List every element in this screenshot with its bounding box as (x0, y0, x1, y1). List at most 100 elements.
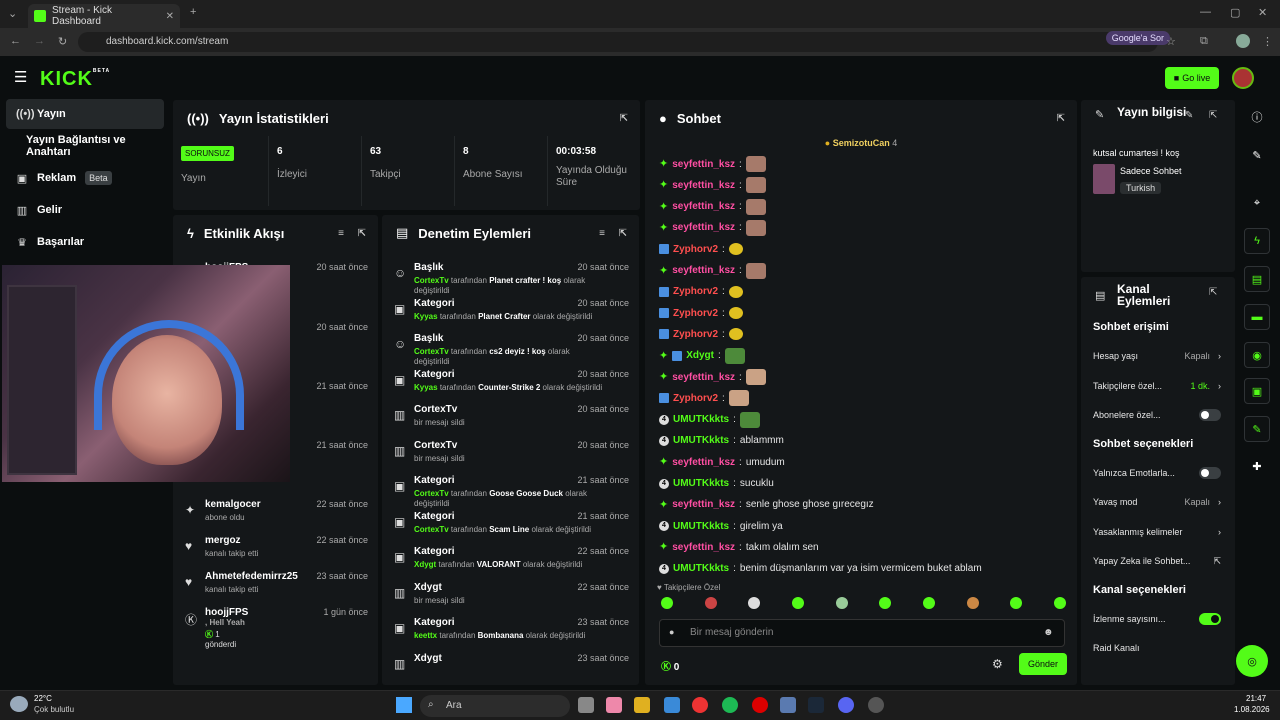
wrench-icon[interactable]: ✎ (1244, 416, 1270, 442)
app-icon[interactable] (664, 697, 680, 713)
chat-message[interactable]: Zyphorv2: (659, 303, 743, 323)
bolt-icon[interactable]: ϟ (1244, 228, 1270, 254)
send-button[interactable]: Gönder (1019, 653, 1067, 675)
face-emote-icon[interactable] (745, 369, 766, 385)
filter-icon[interactable]: ≡ (338, 228, 344, 239)
chat-message[interactable]: Zyphorv2: (659, 388, 749, 408)
channel-action-row[interactable]: Yapay Zeka ile Sohbet... ⇱ (1081, 548, 1235, 574)
chrome-icon[interactable] (692, 697, 708, 713)
chat-message[interactable]: ✦ seyfettin_ksz: (659, 367, 766, 387)
taskbar-search[interactable]: Ara (420, 695, 570, 717)
chat-username[interactable]: UMUTKkkts (673, 414, 729, 425)
broadcast-icon[interactable]: ◉ (1244, 342, 1270, 368)
edit-icon[interactable]: ✎ (1185, 110, 1193, 121)
frog-emote-icon[interactable] (739, 411, 760, 428)
filter-icon[interactable]: ≡ (599, 228, 605, 239)
category-name[interactable]: Sadece Sohbet (1120, 166, 1182, 176)
app-icon[interactable] (868, 697, 884, 713)
duck-emote-icon[interactable] (728, 243, 743, 256)
tab-list-icon[interactable]: ⌄ (8, 7, 17, 20)
duck-emote-icon[interactable] (728, 328, 743, 341)
focus-icon[interactable]: ⌖ (1244, 190, 1270, 216)
chat-username[interactable]: seyfettin_ksz (672, 180, 735, 191)
chat-message[interactable]: Zyphorv2: (659, 324, 743, 344)
chat-username[interactable]: Zyphorv2 (673, 244, 718, 255)
chat-message[interactable]: ✦ seyfettin_ksz: senle ghose ghose gıreceg… (659, 495, 874, 515)
back-icon[interactable]: ← (10, 35, 21, 47)
chat-username[interactable]: Zyphorv2 (673, 286, 718, 297)
chat-username[interactable]: seyfettin_ksz (672, 542, 735, 553)
chat-username[interactable]: Zyphorv2 (673, 393, 718, 404)
kick-logo[interactable]: KICKBETA (40, 68, 110, 91)
chat-message[interactable]: ✦ seyfettin_ksz: takım olalım sen (659, 537, 819, 557)
browser-menu-icon[interactable]: ⋮ (1262, 35, 1273, 48)
pencil-icon[interactable]: ✎ (1244, 142, 1270, 168)
cat-emote-icon[interactable] (745, 156, 766, 172)
channel-action-row[interactable]: İzlenme sayısını... (1081, 606, 1235, 632)
pinned-user-bar[interactable]: ● SemizotuCan 4 (645, 138, 1077, 148)
channel-action-row[interactable]: Yavaş mod Kapalı › (1081, 489, 1235, 515)
cat-emote-icon[interactable] (745, 219, 766, 236)
popout-icon[interactable]: ⇱ (1209, 110, 1217, 121)
chat-username[interactable]: UMUTKkkts (673, 435, 729, 446)
clipboard-icon[interactable]: ▤ (1244, 266, 1270, 292)
chat-icon[interactable]: ▬ (1244, 304, 1270, 330)
help-chat-icon[interactable]: ◎ (1236, 645, 1268, 677)
clock-date[interactable]: 1.08.2026 (1234, 705, 1270, 714)
chat-message[interactable]: ✦ seyfettin_ksz: (659, 154, 766, 174)
emote-picker-row[interactable] (661, 597, 1066, 609)
file-explorer-icon[interactable] (634, 697, 650, 713)
channel-action-row[interactable]: Hesap yaşı Kapalı › (1081, 343, 1235, 369)
chat-message[interactable]: 4 UMUTKkkts: ablammm (659, 431, 784, 451)
toggle-switch[interactable] (1199, 466, 1221, 479)
chat-username[interactable]: seyfettin_ksz (672, 265, 735, 276)
chat-message[interactable]: 4 UMUTKkkts: (659, 410, 760, 430)
stream-info-icon[interactable]: ▣ (1244, 378, 1270, 404)
sidebar-item-basarilar[interactable]: ♛ Başarılar (6, 227, 164, 257)
chat-message[interactable]: 4 UMUTKkkts: benim düşmanlarım var ya isim… (659, 559, 982, 579)
channel-action-row[interactable]: Takipçilere özel... 1 dk. › (1081, 373, 1235, 399)
popout-icon[interactable]: ⇱ (619, 228, 627, 239)
url-field[interactable]: dashboard.kick.com/stream (78, 32, 1158, 52)
weather-desc[interactable]: Çok bulutlu (34, 705, 74, 714)
chat-username[interactable]: UMUTKkkts (673, 478, 729, 489)
bookmark-star-icon[interactable]: ☆ (1166, 35, 1176, 48)
chat-username[interactable]: UMUTKkkts (673, 521, 729, 532)
discord-icon[interactable] (838, 697, 854, 713)
settings-gear-icon[interactable]: ⚙ (992, 657, 1003, 671)
steam-icon[interactable] (808, 697, 824, 713)
chat-message[interactable]: Zyphorv2: (659, 239, 743, 259)
chat-username[interactable]: Zyphorv2 (673, 308, 718, 319)
chat-message[interactable]: Zyphorv2: (659, 282, 743, 302)
toggle-switch[interactable] (1199, 409, 1221, 421)
duck-emote-icon[interactable] (728, 285, 743, 298)
info-icon[interactable]: ⓘ (1244, 104, 1270, 130)
new-tab-icon[interactable]: + (190, 6, 196, 18)
chat-message[interactable]: ✦ seyfettin_ksz: umudum (659, 452, 785, 472)
cat-emote-icon[interactable] (745, 198, 766, 215)
clock-time[interactable]: 21:47 (1246, 694, 1266, 703)
chat-username[interactable]: seyfettin_ksz (672, 372, 735, 383)
popout-icon[interactable]: ⇱ (1209, 287, 1217, 298)
forward-icon[interactable]: → (34, 35, 45, 47)
app-icon[interactable] (780, 697, 796, 713)
chat-username[interactable]: seyfettin_ksz (672, 201, 735, 212)
user-avatar[interactable] (1232, 67, 1254, 89)
chat-message[interactable]: ✦ seyfettin_ksz: (659, 218, 766, 238)
frog-emote-icon[interactable] (724, 347, 745, 364)
channel-action-row[interactable]: Yalnızca Emotlarla... (1081, 460, 1235, 486)
chat-username[interactable]: Xdygt (686, 350, 714, 361)
channel-action-row[interactable]: Yasaklanmış kelimeler › (1081, 519, 1235, 545)
add-widget-icon[interactable]: ✚ (1244, 453, 1270, 479)
windows-start-icon[interactable] (396, 697, 412, 713)
kick-points[interactable]: Ⓚ 0 (661, 658, 679, 673)
cat-emote-icon[interactable] (745, 262, 766, 279)
chat-username[interactable]: Zyphorv2 (673, 329, 718, 340)
close-window-icon[interactable]: ✕ (1258, 6, 1267, 19)
chat-message[interactable]: ✦ seyfettin_ksz: (659, 197, 766, 217)
channel-action-row[interactable]: Abonelere özel... (1081, 402, 1235, 428)
popout-icon[interactable]: ⇱ (1057, 113, 1065, 124)
emoji-icon[interactable]: ☻ (1043, 627, 1054, 638)
opera-icon[interactable] (752, 697, 768, 713)
popout-icon[interactable]: ⇱ (620, 113, 628, 124)
